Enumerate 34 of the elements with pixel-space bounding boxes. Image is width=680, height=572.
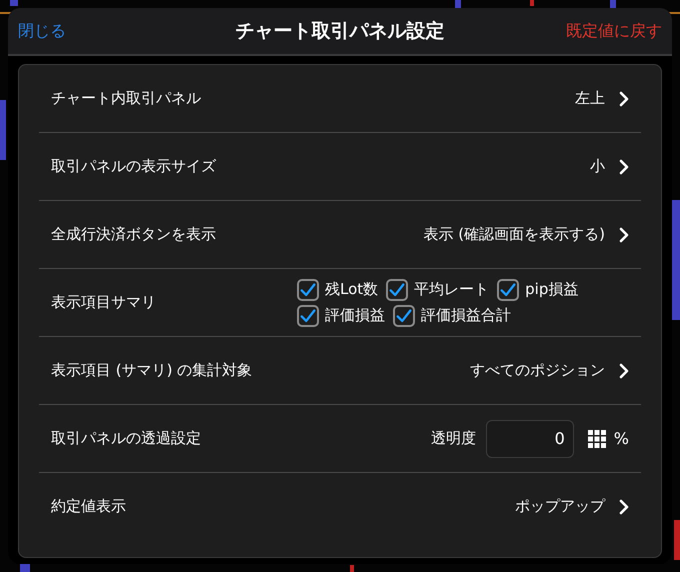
setting-value-link[interactable]: 表示 (確認画面を表示する) [424, 225, 629, 244]
checkbox-label[interactable]: 評価損益合計 [421, 306, 511, 325]
keypad-icon[interactable] [588, 430, 606, 448]
chevron-right-icon [619, 158, 629, 174]
setting-value-link[interactable]: 左上 [575, 89, 629, 108]
setting-label: 取引パネルの表示サイズ [51, 157, 216, 176]
setting-value-link[interactable]: すべてのポジション [470, 361, 629, 380]
chevron-right-icon [619, 498, 629, 514]
setting-value-link[interactable]: 小 [590, 157, 629, 176]
checkbox[interactable] [393, 304, 415, 326]
setting-label: 表示項目 (サマリ) の集計対象 [51, 361, 252, 380]
close-button[interactable]: 閉じる [18, 20, 66, 42]
setting-label: 取引パネルの透過設定 [51, 429, 201, 448]
chevron-right-icon [619, 226, 629, 242]
chevron-right-icon [619, 362, 629, 378]
checkbox[interactable] [386, 278, 408, 300]
checkbox-label[interactable]: 平均レート [414, 280, 490, 299]
transparency-label: 透明度 [430, 429, 476, 448]
checkbox[interactable] [297, 278, 319, 300]
setting-label: 約定値表示 [51, 497, 126, 516]
checkbox[interactable] [497, 278, 520, 300]
checkbox-label[interactable]: pip損益 [525, 280, 578, 299]
checkbox-label[interactable]: 残Lot数 [325, 280, 378, 299]
dialog-title: チャート取引パネル設定 [236, 19, 444, 44]
setting-label: チャート内取引パネル [51, 89, 201, 108]
chevron-right-icon [619, 90, 629, 106]
setting-value-link[interactable]: ポップアップ [515, 497, 629, 516]
checkbox[interactable] [297, 304, 319, 326]
reset-defaults-button[interactable]: 既定値に戻す [566, 20, 662, 42]
checkbox-label[interactable]: 評価損益 [325, 306, 385, 325]
transparency-field[interactable]: 0 [486, 420, 574, 458]
setting-label: 表示項目サマリ [51, 293, 156, 312]
setting-label: 全成行決済ボタンを表示 [51, 225, 216, 244]
percent-unit: % [614, 429, 629, 448]
